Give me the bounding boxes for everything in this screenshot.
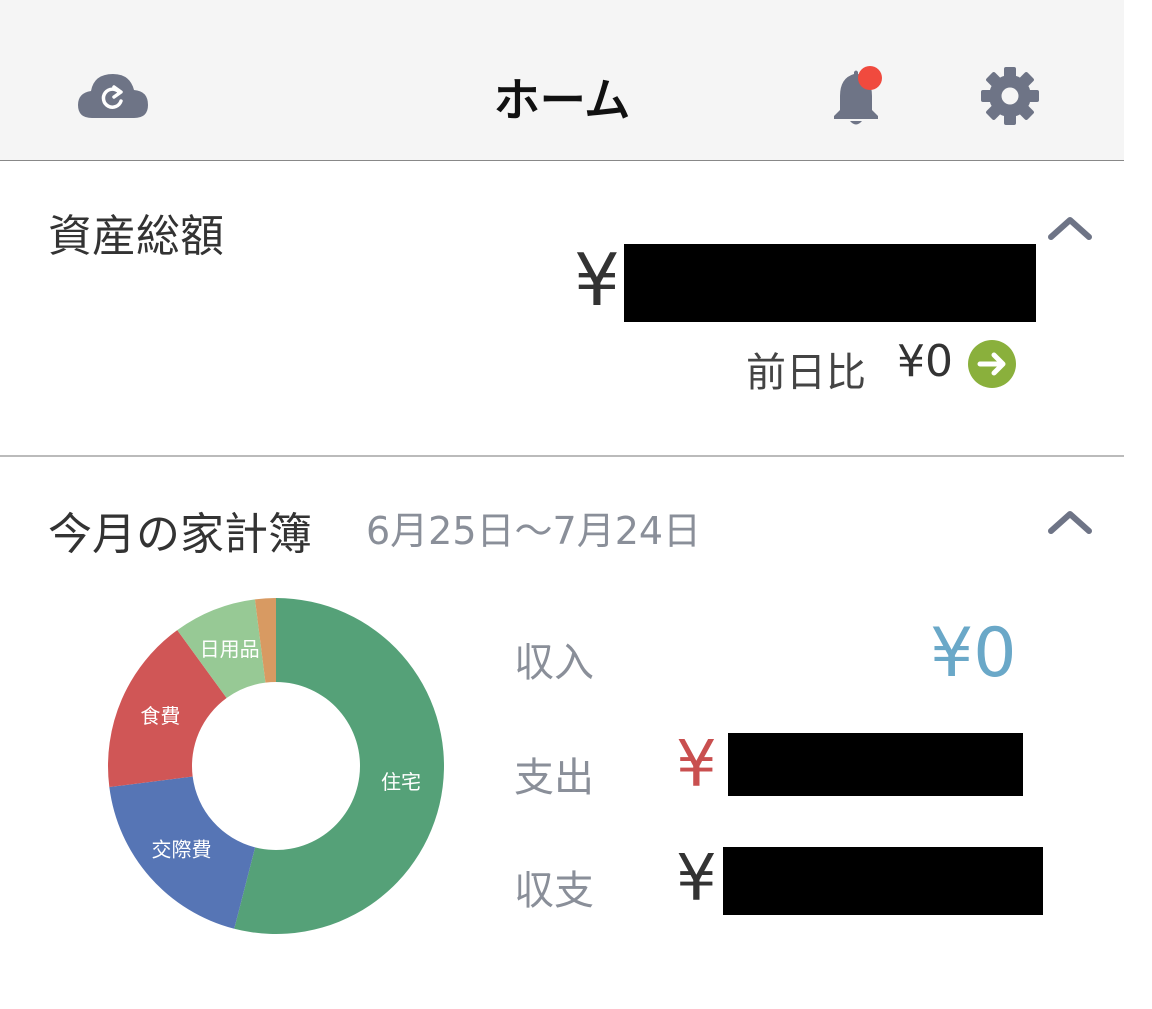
notification-badge [858, 66, 882, 90]
page-title: ホーム [493, 73, 631, 127]
section-divider [0, 455, 1124, 457]
budget-title: 今月の家計簿 [48, 509, 312, 560]
assets-title: 資産総額 [48, 211, 224, 262]
gear-icon [981, 67, 1039, 125]
income-label: 収入 [514, 640, 594, 686]
arrow-right-icon [977, 352, 1006, 376]
expense-label: 支出 [514, 755, 594, 801]
collapse-budget-button[interactable] [1046, 506, 1094, 536]
assets-currency-symbol: ¥ [574, 238, 620, 322]
budget-period: 6月25日〜7月24日 [366, 509, 702, 553]
settings-button[interactable] [979, 66, 1041, 126]
compare-value: ¥0 [897, 336, 953, 387]
notifications-button[interactable] [826, 66, 888, 128]
donut-label: 交際費 [151, 837, 211, 861]
balance-amount-redacted [723, 847, 1043, 915]
donut-label: 住宅 [381, 770, 421, 794]
expense-value: ¥ [676, 728, 717, 802]
expense-donut-chart[interactable]: 住宅交際費 食費 日用品 [100, 590, 452, 942]
expense-amount-redacted [728, 733, 1023, 796]
donut-label: 日用品 [200, 637, 260, 661]
income-value: ¥0 [930, 614, 1017, 693]
chevron-up-icon [1048, 217, 1092, 240]
donut-label: 食費 [140, 704, 180, 728]
assets-total-redacted [624, 244, 1036, 322]
collapse-assets-button[interactable] [1046, 212, 1094, 242]
compare-label: 前日比 [746, 350, 866, 396]
balance-value: ¥ [676, 842, 717, 916]
balance-label: 収支 [514, 868, 594, 914]
chevron-up-icon [1048, 511, 1092, 534]
app-header: ホーム [0, 0, 1124, 161]
compare-details-button[interactable] [968, 340, 1016, 388]
